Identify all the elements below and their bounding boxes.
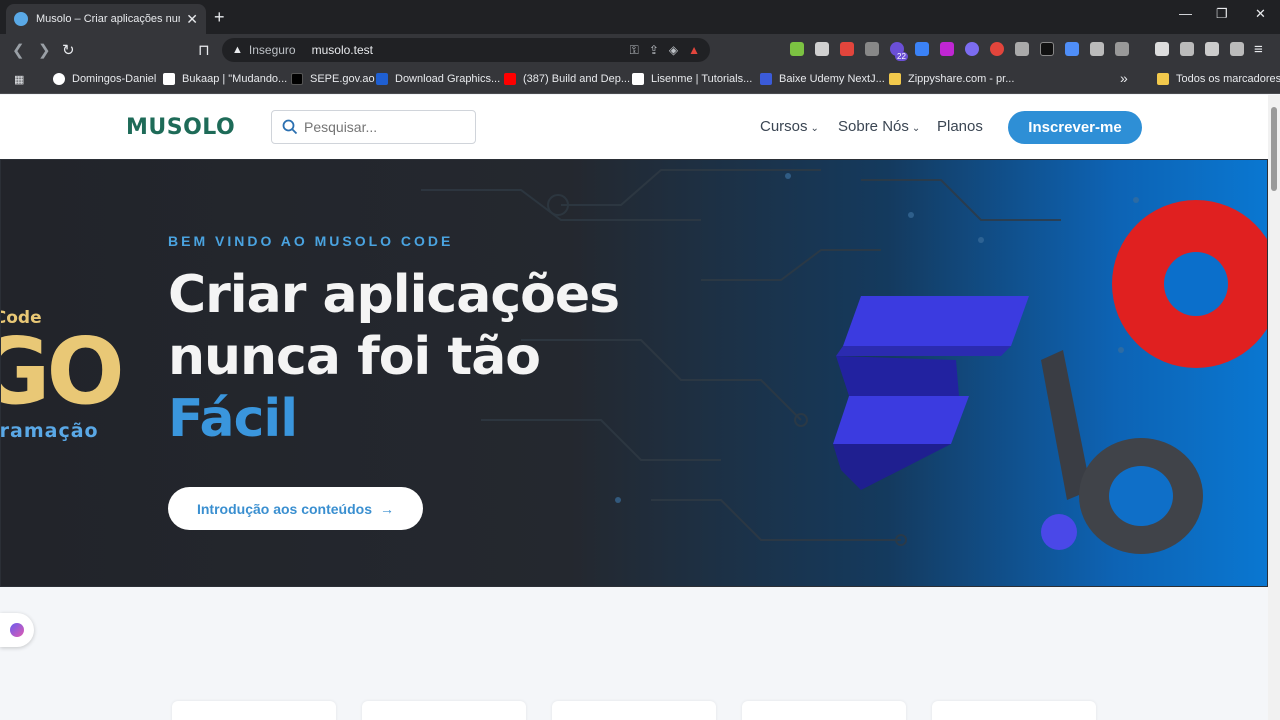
sidebar-toggle-icon[interactable] bbox=[1155, 42, 1169, 56]
page-icon bbox=[291, 73, 303, 85]
graphics-icon bbox=[376, 73, 388, 85]
floating-assistant-button[interactable] bbox=[0, 613, 34, 647]
hero-headline: Criar aplicações nunca foi tão Fácil bbox=[168, 265, 620, 449]
bookmark-item[interactable]: Zippyshare.com - pr... bbox=[889, 73, 1014, 85]
extension-a-icon[interactable] bbox=[1040, 42, 1054, 56]
extension-pen-icon[interactable] bbox=[815, 42, 829, 56]
browser-titlebar: Musolo – Criar aplicações nunca ✕ + — ❐ … bbox=[0, 0, 1280, 34]
search-input[interactable] bbox=[304, 119, 464, 135]
hero-headline-accent: Fácil bbox=[168, 389, 298, 449]
hero-eyebrow: BEM VINDO AO MUSOLO CODE bbox=[168, 233, 454, 249]
extension-audio-icon[interactable] bbox=[915, 42, 929, 56]
warning-icon: ▲ bbox=[232, 44, 243, 56]
page-icon bbox=[163, 73, 175, 85]
arrow-right-icon: → bbox=[380, 500, 394, 517]
go-lowcode-logo: w-Code GO ogramação bbox=[0, 308, 125, 442]
tab-close-icon[interactable]: ✕ bbox=[186, 11, 198, 28]
musolo-logo[interactable]: MUSOLO bbox=[126, 115, 235, 140]
chevron-down-icon: ⌄ bbox=[810, 123, 819, 134]
hero-banner: w-Code GO ogramação BEM VINDO AO MUSOLO … bbox=[0, 159, 1268, 587]
minimize-button[interactable]: — bbox=[1179, 6, 1192, 21]
apps-grid-icon[interactable]: ▦ bbox=[14, 73, 24, 86]
menu-icon[interactable]: ≡ bbox=[1254, 41, 1263, 58]
udemy-icon bbox=[760, 73, 772, 85]
nav-sobre-nos[interactable]: Sobre Nós ⌄ bbox=[838, 118, 920, 135]
tab-title: Musolo – Criar aplicações nunca bbox=[36, 13, 181, 25]
restore-button[interactable]: ❐ bbox=[1216, 6, 1228, 22]
course-cards-row bbox=[0, 701, 1268, 720]
nav-cursos[interactable]: Cursos ⌄ bbox=[760, 118, 819, 135]
leo-ai-icon[interactable] bbox=[1205, 42, 1219, 56]
address-bar[interactable]: ▲ Inseguro musolo.test ⚿ ⇪ ◈ ▲ bbox=[222, 38, 710, 62]
share-icon[interactable]: ⇪ bbox=[649, 43, 659, 57]
browser-tab-active[interactable]: Musolo – Criar aplicações nunca ✕ bbox=[6, 4, 206, 34]
all-bookmarks-folder[interactable]: Todos os marcadores bbox=[1157, 73, 1280, 85]
search-box[interactable] bbox=[271, 110, 476, 144]
vpn-icon[interactable] bbox=[1230, 42, 1244, 56]
reload-button[interactable]: ↻ bbox=[62, 41, 75, 59]
extension-badge-count: 22 bbox=[895, 52, 908, 61]
url-text: musolo.test bbox=[311, 43, 373, 57]
web-page: MUSOLO Cursos⌄ Sobre Nós⌄ Planos Inscrev… bbox=[0, 95, 1268, 720]
nav-planos[interactable]: Planos bbox=[937, 118, 983, 135]
bookmark-page-icon[interactable]: ⊓ bbox=[198, 41, 210, 59]
new-tab-button[interactable]: + bbox=[214, 7, 225, 28]
bookmark-item[interactable]: Domingos-Daniel bbox=[53, 73, 156, 85]
red-torus-3d-shape bbox=[1112, 200, 1267, 368]
bookmark-item[interactable]: (387) Build and Dep... bbox=[504, 73, 630, 85]
site-favicon-icon bbox=[14, 12, 28, 26]
brain-icon bbox=[10, 623, 24, 637]
brave-rewards-icon[interactable]: ▲ bbox=[688, 43, 700, 57]
course-card[interactable] bbox=[362, 701, 526, 720]
extension-red-icon[interactable] bbox=[990, 42, 1004, 56]
back-button[interactable]: ❮ bbox=[12, 41, 25, 59]
github-icon bbox=[53, 73, 65, 85]
extension-brain-icon[interactable] bbox=[965, 42, 979, 56]
extension-wordpress-icon[interactable] bbox=[865, 42, 879, 56]
extensions-puzzle-icon[interactable] bbox=[1090, 42, 1104, 56]
extension-screenshot-icon[interactable] bbox=[1115, 42, 1129, 56]
b-3d-shape bbox=[1041, 350, 1203, 554]
bookmark-item[interactable]: Baixe Udemy NextJ... bbox=[760, 73, 885, 85]
wallet-icon[interactable] bbox=[1180, 42, 1194, 56]
page-icon bbox=[632, 73, 644, 85]
signup-button[interactable]: Inscrever-me bbox=[1008, 111, 1142, 144]
bookmarks-bar: ▦ Domingos-Daniel Bukaap | "Mudando... S… bbox=[0, 66, 1280, 94]
extension-doc-icon[interactable] bbox=[1065, 42, 1079, 56]
course-card[interactable] bbox=[932, 701, 1096, 720]
extension-arrow-icon[interactable] bbox=[940, 42, 954, 56]
site-header: MUSOLO Cursos⌄ Sobre Nós⌄ Planos Inscrev… bbox=[0, 95, 1268, 159]
key-icon[interactable]: ⚿ bbox=[630, 43, 639, 58]
search-icon bbox=[282, 119, 298, 135]
page-scrollbar[interactable] bbox=[1268, 95, 1280, 720]
extension-download-icon[interactable] bbox=[790, 42, 804, 56]
scrollbar-thumb[interactable] bbox=[1271, 107, 1277, 191]
bookmark-item[interactable]: Lisenme | Tutorials... bbox=[632, 73, 752, 85]
insecure-label: Inseguro bbox=[248, 43, 296, 57]
course-card[interactable] bbox=[172, 701, 336, 720]
brave-shield-icon[interactable]: ◈ bbox=[669, 43, 678, 57]
close-window-button[interactable]: ✕ bbox=[1255, 6, 1266, 22]
extension-bird-icon[interactable] bbox=[840, 42, 854, 56]
bookmark-item[interactable]: Download Graphics... bbox=[376, 73, 500, 85]
extension-glasses-icon[interactable] bbox=[1015, 42, 1029, 56]
bookmark-item[interactable]: SEPE.gov.ao bbox=[291, 73, 375, 85]
zippyshare-icon bbox=[889, 73, 901, 85]
folder-icon bbox=[1157, 73, 1169, 85]
bookmark-item[interactable]: Bukaap | "Mudando... bbox=[163, 73, 287, 85]
bookmarks-overflow-button[interactable]: » bbox=[1120, 70, 1128, 86]
forward-button[interactable]: ❯ bbox=[38, 41, 51, 59]
chevron-down-icon: ⌄ bbox=[911, 123, 921, 134]
course-card[interactable] bbox=[552, 701, 716, 720]
flutter-like-3d-shape bbox=[833, 296, 1029, 490]
youtube-icon bbox=[504, 73, 516, 85]
intro-content-button[interactable]: Introdução aos conteúdos → bbox=[168, 487, 423, 530]
course-card[interactable] bbox=[742, 701, 906, 720]
